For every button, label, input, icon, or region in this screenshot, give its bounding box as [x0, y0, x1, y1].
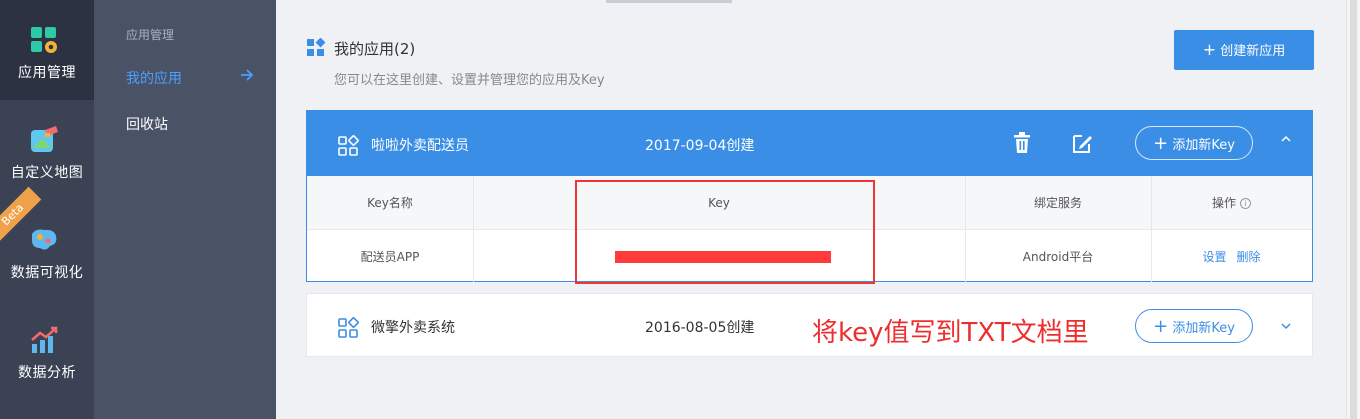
data-visualization-icon — [32, 229, 57, 250]
chevron-down-icon[interactable] — [1280, 320, 1292, 332]
nav-app-manage[interactable]: 应用管理 — [0, 0, 94, 100]
app-name: 啦啦外卖配送员 — [371, 138, 469, 154]
nav-data-analysis[interactable]: 数据分析 — [0, 300, 94, 400]
add-key-label: 添加新Key — [1172, 321, 1235, 336]
chevron-up-icon[interactable] — [1280, 133, 1292, 145]
plus-icon: + — [1153, 316, 1169, 337]
info-icon[interactable]: i — [1240, 198, 1251, 209]
page-subtitle: 您可以在这里创建、设置并管理您的应用及Key — [334, 73, 605, 88]
page-title: 我的应用(2) — [334, 40, 416, 58]
apps-grid-icon — [307, 38, 326, 56]
annotation-highlight-box — [575, 180, 875, 284]
subnav-item-recycle-bin[interactable]: 回收站 — [126, 114, 168, 134]
nav-label: 数据可视化 — [10, 265, 84, 281]
col-header-actions-label: 操作 — [1211, 196, 1236, 210]
nav-label: 应用管理 — [18, 65, 76, 81]
custom-map-icon — [31, 126, 58, 152]
settings-link[interactable]: 设置 — [1202, 250, 1226, 264]
column-divider — [473, 176, 474, 282]
trash-icon[interactable] — [1011, 131, 1033, 155]
plus-icon: + — [1153, 133, 1169, 154]
app-card[interactable]: 微擎外卖系统 2016-08-05创建 + 添加新Key — [306, 293, 1313, 357]
sub-nav: 应用管理 我的应用 回收站 — [94, 0, 276, 419]
add-key-button[interactable]: + 添加新Key — [1135, 309, 1253, 343]
arrow-right-icon — [241, 69, 254, 81]
app-card-header[interactable]: 啦啦外卖配送员 2017-09-04创建 + 添加新Key — [307, 111, 1312, 176]
plus-icon: + — [1202, 40, 1217, 59]
col-header-key-name: Key名称 — [367, 196, 413, 210]
top-shadow — [606, 0, 732, 3]
actions-cell: 设置 删除 — [1151, 230, 1312, 284]
data-analysis-icon — [31, 326, 58, 353]
nav-custom-map[interactable]: 自定义地图 — [0, 100, 94, 200]
app-created-date: 2017-09-04创建 — [645, 138, 755, 154]
col-header-actions: 操作 i — [1151, 176, 1312, 230]
create-app-button[interactable]: + 创建新应用 — [1174, 30, 1314, 70]
main-nav-rail: 应用管理 自定义地图 数据可视化 Beta 数据分析 — [0, 0, 94, 419]
scrollbar[interactable] — [1346, 0, 1360, 419]
scrollbar-thumb[interactable] — [1350, 0, 1357, 419]
app-created-date: 2016-08-05创建 — [645, 320, 755, 336]
column-divider — [965, 176, 966, 282]
app-icon — [338, 317, 359, 338]
create-app-label: 创建新应用 — [1220, 44, 1286, 59]
nav-label: 数据分析 — [18, 365, 76, 381]
delete-link[interactable]: 删除 — [1237, 250, 1261, 264]
app-manage-icon — [31, 27, 57, 53]
key-name-cell: 配送员APP — [360, 250, 420, 264]
app-icon — [338, 135, 359, 156]
subnav-item-my-apps[interactable]: 我的应用 — [126, 68, 182, 88]
column-divider — [1151, 176, 1152, 282]
nav-label: 自定义地图 — [10, 165, 84, 181]
app-name: 微擎外卖系统 — [371, 320, 455, 336]
subnav-heading: 应用管理 — [126, 28, 175, 42]
service-cell: Android平台 — [1022, 250, 1094, 264]
add-key-label: 添加新Key — [1172, 138, 1235, 153]
add-key-button[interactable]: + 添加新Key — [1135, 126, 1253, 160]
edit-icon[interactable] — [1071, 131, 1093, 155]
col-header-service: 绑定服务 — [1033, 196, 1082, 210]
annotation-text: 将key值写到TXT文档里 — [812, 318, 1089, 348]
